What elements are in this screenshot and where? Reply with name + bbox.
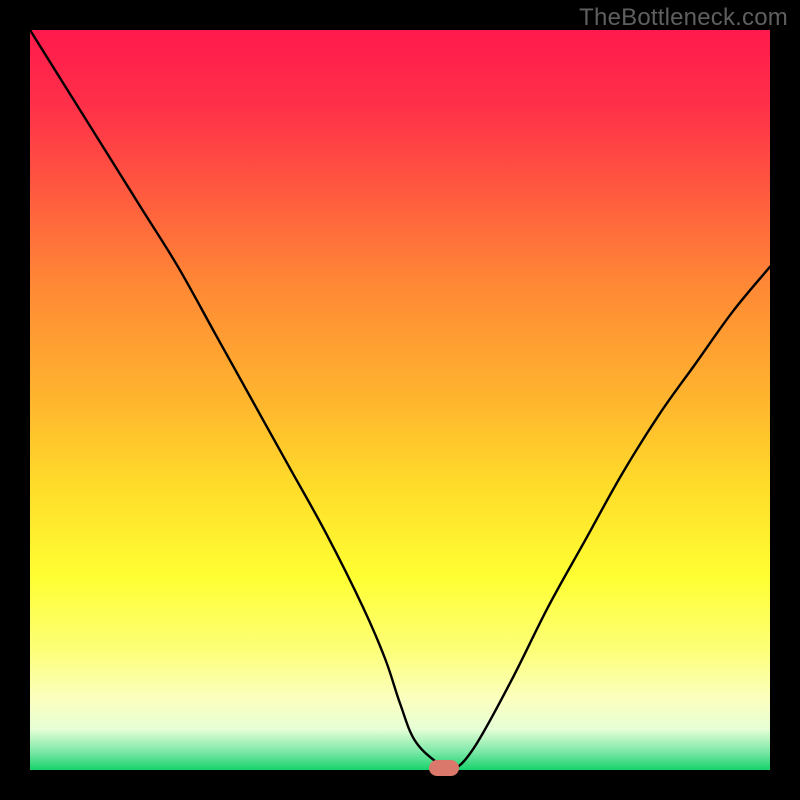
chart-frame: TheBottleneck.com <box>0 0 800 800</box>
optimum-marker <box>429 760 459 776</box>
watermark-text: TheBottleneck.com <box>579 4 788 32</box>
plot-area <box>30 30 770 770</box>
gradient-rect <box>30 30 770 770</box>
plot-svg <box>30 30 770 770</box>
